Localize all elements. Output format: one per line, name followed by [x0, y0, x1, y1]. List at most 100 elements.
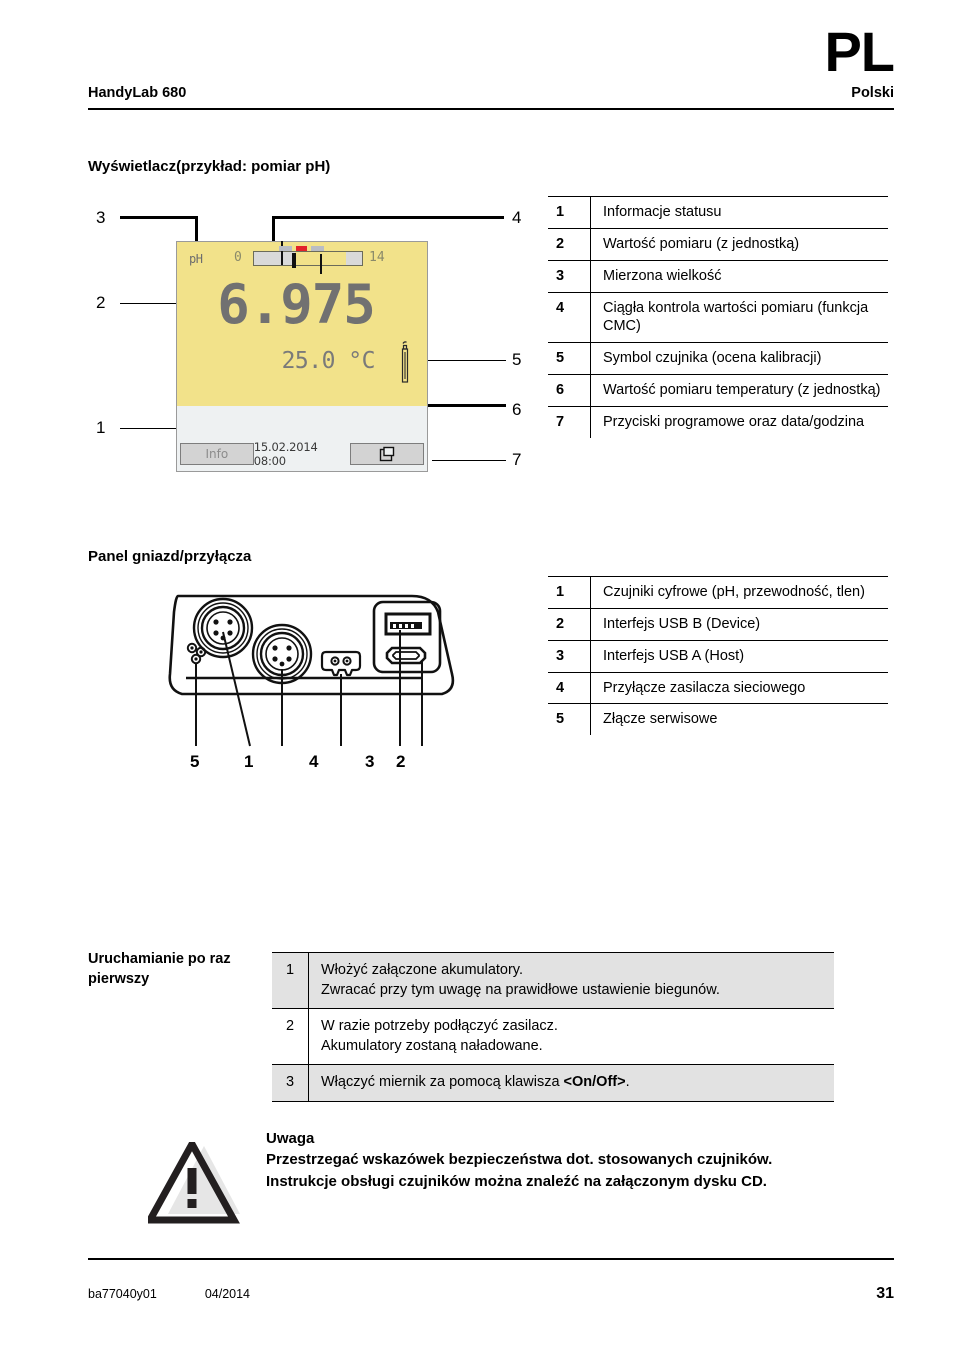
callout-line-5 — [418, 360, 506, 361]
page-header: HandyLab 680 Polski — [88, 85, 894, 101]
lcd-datetime: 15.02.2014 08:00 — [253, 440, 318, 468]
callout-number-6: 6 — [512, 400, 522, 419]
panel-callout-number-5: 5 — [190, 752, 200, 771]
footer-page-number: 31 — [876, 1285, 894, 1302]
callout-number-1: 1 — [96, 418, 106, 437]
warning-triangle-icon — [148, 1142, 240, 1224]
legend-text: Symbol czujnika (ocena kalibracji) — [590, 342, 888, 375]
legend-text: Interfejs USB B (Device) — [590, 607, 888, 641]
legend-number: 5 — [548, 703, 591, 736]
legend-text: Wartość pomiaru temperatury (z jednostką… — [590, 374, 888, 407]
legend-text: Wartość pomiaru (z jednostką) — [590, 227, 888, 261]
cmc-tick-right — [320, 254, 322, 274]
header-product-name: HandyLab 680 — [88, 85, 187, 101]
legend-text: Informacje statusu — [590, 196, 888, 229]
cmc-segment-left — [254, 252, 296, 265]
startup-section-label: Uruchamianie po raz pierwszy — [88, 951, 231, 987]
step-text: Włożyć załączone akumulatory. Zwracać pr… — [308, 951, 834, 1009]
lcd-display: pH 0 14 6.975 25.0 °C Info 15.02.2014 08… — [176, 241, 428, 472]
step-text: W razie potrzeby podłączyć zasilacz. Aku… — [308, 1008, 834, 1065]
lcd-softkey-bar: Info 15.02.2014 08:00 — [177, 437, 427, 471]
table-row: 4 Ciągła kontrola wartości pomiaru (funk… — [548, 291, 888, 343]
table-row: 5 Złącze serwisowe — [548, 703, 888, 736]
callout-number-2: 2 — [96, 293, 106, 312]
callout-line-3 — [120, 216, 198, 219]
legend-number: 4 — [548, 671, 591, 704]
callout-line-7 — [432, 460, 506, 461]
panel-legend-table: 1 Czujniki cyfrowe (pH, przewodność, tle… — [548, 576, 888, 736]
step-number: 1 — [272, 951, 309, 1009]
usb-a-host-socket — [384, 612, 432, 636]
document-page: PL HandyLab 680 Polski Wyświetlacz(przyk… — [0, 0, 954, 1350]
callout-number-3: 3 — [96, 208, 106, 227]
warning-text-block: Uwaga Przestrzegać wskazówek bezpieczeńs… — [266, 1128, 866, 1192]
callout-line-4 — [272, 216, 504, 219]
lcd-measurement-area: pH 0 14 6.975 25.0 °C — [177, 241, 427, 406]
warning-line-2: Instrukcje obsługi czujników można znale… — [266, 1172, 767, 1190]
softkey-cascade-button[interactable] — [350, 443, 424, 465]
footer-document-id: ba77040y01 — [88, 1287, 157, 1301]
lcd-temperature-value: 25.0 °C — [281, 348, 376, 374]
legend-number: 3 — [548, 639, 591, 673]
warning-title: Uwaga — [266, 1130, 315, 1147]
legend-text: Przyłącze zasilacza sieciowego — [590, 671, 888, 704]
service-contacts — [186, 642, 207, 665]
step-number: 2 — [272, 1008, 309, 1065]
legend-text: Czujniki cyfrowe (pH, przewodność, tlen) — [590, 576, 888, 609]
cmc-tick-left — [281, 241, 283, 265]
callout-number-4: 4 — [512, 208, 522, 227]
cmc-scale-min: 0 — [234, 250, 242, 265]
cmc-chip-left — [279, 246, 292, 251]
step-line-1: W razie potrzeby podłączyć zasilacz. — [321, 1018, 558, 1035]
footer-date: 04/2014 — [204, 1287, 251, 1301]
legend-number: 1 — [548, 196, 591, 229]
step-text: Włączyć miernik za pomocą klawisza <On/O… — [308, 1064, 834, 1102]
startup-steps-table: 1 Włożyć załączone akumulatory. Zwracać … — [272, 951, 834, 1102]
cmc-chip-center-red — [296, 246, 307, 251]
footer-divider — [88, 1258, 894, 1260]
display-section-title: Wyświetlacz(przykład: pomiar pH) — [88, 158, 331, 175]
step-line-2: Akumulatory zostaną naładowane. — [321, 1037, 543, 1054]
lcd-status-area — [177, 406, 427, 437]
header-divider — [88, 108, 894, 110]
cmc-chip-right — [311, 246, 324, 251]
panel-section-title: Panel gniazd/przyłącza — [88, 548, 252, 565]
callout-number-7: 7 — [512, 450, 522, 469]
table-row: 6 Wartość pomiaru temperatury (z jednost… — [548, 374, 888, 407]
display-legend-table: 1 Informacje statusu 2 Wartość pomiaru (… — [548, 196, 888, 438]
panel-callout-number-4: 4 — [309, 752, 319, 771]
legend-number: 7 — [548, 405, 591, 438]
table-row: 2 W razie potrzeby podłączyć zasilacz. A… — [272, 1008, 834, 1065]
lcd-measured-quantity: pH — [189, 252, 203, 266]
key-name-on-off: <On/Off> — [563, 1074, 626, 1091]
panel-callout-number-2: 2 — [396, 752, 406, 771]
table-row: 5 Symbol czujnika (ocena kalibracji) — [548, 342, 888, 375]
table-row: 3 Mierzona wielkość — [548, 259, 888, 293]
table-row: 1 Czujniki cyfrowe (pH, przewodność, tle… — [548, 576, 888, 609]
warning-line-1: Przestrzegać wskazówek bezpieczeństwa do… — [266, 1151, 773, 1169]
legend-number: 5 — [548, 342, 591, 375]
panel-callout-number-3: 3 — [365, 752, 375, 771]
softkey-info-button[interactable]: Info — [180, 443, 254, 465]
legend-text: Złącze serwisowe — [590, 703, 888, 736]
socket-panel-diagram: 5 1 4 3 2 — [160, 586, 460, 786]
power-socket — [320, 650, 362, 677]
table-row: 1 Informacje statusu — [548, 196, 888, 229]
step-number: 3 — [272, 1064, 309, 1102]
page-footer: ba77040y01 04/2014 31 — [88, 1285, 894, 1303]
legend-text: Interfejs USB A (Host) — [590, 639, 888, 673]
legend-number: 6 — [548, 374, 591, 407]
legend-number: 3 — [548, 259, 591, 293]
step-line-2: Zwracać przy tym uwagę na prawidłowe ust… — [321, 981, 720, 998]
cmc-pointer — [292, 253, 296, 268]
legend-number: 2 — [548, 607, 591, 641]
legend-number: 1 — [548, 576, 591, 609]
legend-text: Ciągła kontrola wartości pomiaru (funkcj… — [590, 291, 888, 343]
table-row: 4 Przyłącze zasilacza sieciowego — [548, 671, 888, 704]
usb-b-device-socket — [385, 646, 427, 665]
table-row: 2 Interfejs USB B (Device) — [548, 607, 888, 641]
table-row: 3 Włączyć miernik za pomocą klawisza <On… — [272, 1064, 834, 1102]
table-row: 7 Przyciski programowe oraz data/godzina — [548, 405, 888, 438]
legend-text: Mierzona wielkość — [590, 259, 888, 293]
legend-number: 2 — [548, 227, 591, 261]
